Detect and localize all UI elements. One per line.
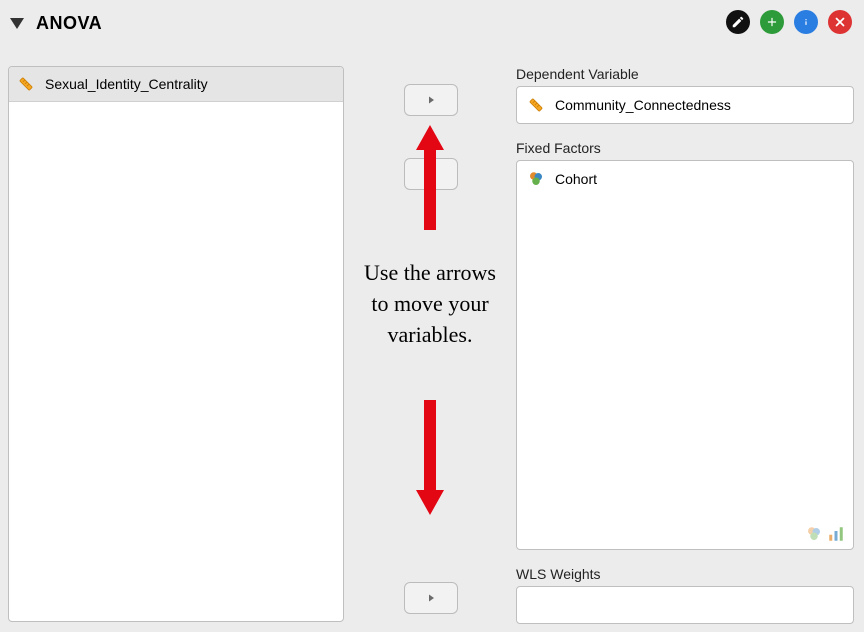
fixed-type-hints [805, 525, 845, 543]
wls-weights-label: WLS Weights [516, 566, 601, 582]
disclosure-triangle-icon[interactable] [10, 18, 24, 29]
panel-title: ANOVA [36, 13, 102, 34]
dependent-variable-row[interactable]: Community_Connectedness [517, 87, 853, 123]
available-variables-list[interactable]: Sexual_Identity_Centrality [8, 66, 344, 622]
anova-panel: ANOVA Sexual_Identity_Centrality [0, 0, 864, 632]
edit-icon[interactable] [726, 10, 750, 34]
dependent-variable-dropzone[interactable]: Community_Connectedness [516, 86, 854, 124]
scale-icon [527, 96, 545, 114]
wls-weights-dropzone[interactable] [516, 586, 854, 624]
ordinal-type-hint-icon [827, 525, 845, 543]
nominal-icon [527, 170, 545, 188]
scale-icon [17, 75, 35, 93]
fixed-factor-name: Cohort [555, 171, 597, 187]
move-to-dependent-button[interactable] [404, 84, 458, 116]
move-to-wls-button[interactable] [404, 582, 458, 614]
fixed-factors-label: Fixed Factors [516, 140, 601, 156]
dependent-variable-name: Community_Connectedness [555, 97, 731, 113]
header-actions [726, 10, 852, 34]
panel-header: ANOVA [10, 8, 102, 38]
info-icon[interactable] [794, 10, 818, 34]
variable-name: Sexual_Identity_Centrality [45, 76, 208, 92]
annotation-text: Use the arrows to move your variables. [360, 258, 500, 350]
add-icon[interactable] [760, 10, 784, 34]
dependent-variable-label: Dependent Variable [516, 66, 639, 82]
move-to-fixed-button[interactable] [404, 158, 458, 190]
fixed-factor-row[interactable]: Cohort [517, 161, 853, 197]
nominal-type-hint-icon [805, 525, 823, 543]
variable-row[interactable]: Sexual_Identity_Centrality [9, 67, 343, 102]
close-icon[interactable] [828, 10, 852, 34]
fixed-factors-dropzone[interactable]: Cohort [516, 160, 854, 550]
